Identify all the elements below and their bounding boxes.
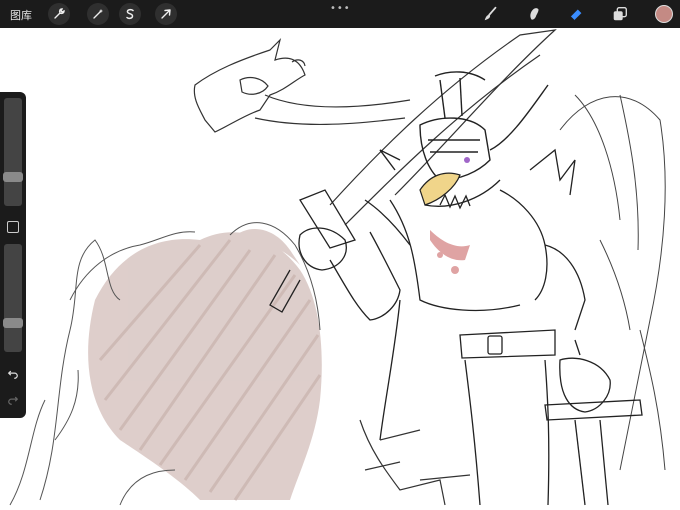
- eraser-icon[interactable]: [565, 4, 587, 24]
- opacity-slider[interactable]: [3, 244, 23, 352]
- smudge-icon[interactable]: [523, 4, 545, 24]
- opacity-thumb[interactable]: [3, 318, 23, 328]
- wrench-icon[interactable]: [48, 3, 70, 25]
- brush-size-slider[interactable]: [3, 98, 23, 206]
- magic-wand-icon[interactable]: [87, 3, 109, 25]
- brush-size-thumb[interactable]: [3, 172, 23, 182]
- selection-s-icon[interactable]: [119, 3, 141, 25]
- undo-icon[interactable]: [5, 366, 21, 382]
- gallery-link[interactable]: 图库: [10, 7, 32, 23]
- eye-glow: [464, 157, 470, 163]
- arrow-cursor-icon[interactable]: [155, 3, 177, 25]
- brush-icon[interactable]: [480, 4, 502, 24]
- drawing-canvas[interactable]: [0, 0, 680, 510]
- modify-square-icon[interactable]: [7, 221, 19, 233]
- redo-icon[interactable]: [5, 392, 21, 408]
- layers-icon[interactable]: [609, 4, 631, 24]
- more-options-icon[interactable]: •••: [330, 3, 351, 14]
- color-swatch[interactable]: [655, 5, 673, 23]
- top-toolbar: 图库 •••: [0, 0, 680, 28]
- left-sidebar: [0, 92, 26, 418]
